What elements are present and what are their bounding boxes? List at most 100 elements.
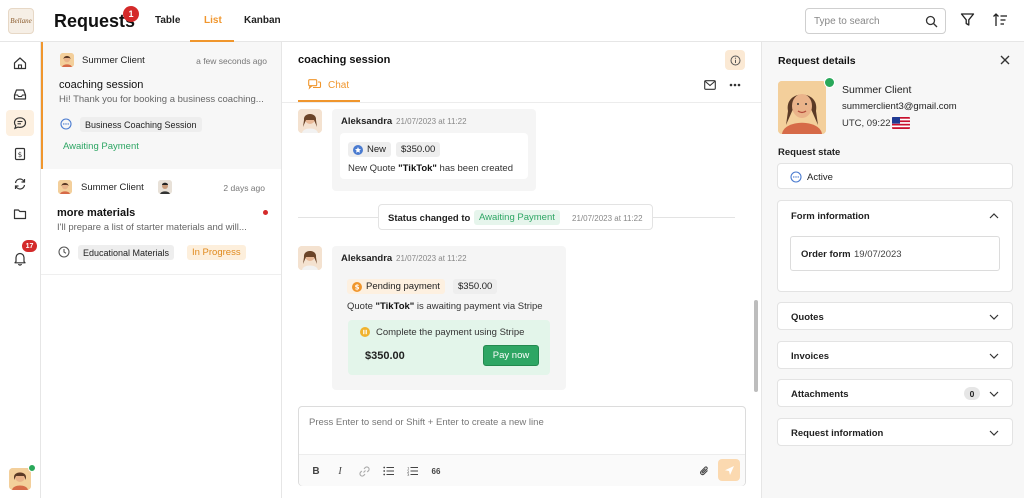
- rail-item-sync[interactable]: [6, 171, 34, 197]
- message-text: Quote "TikTok" is awaiting payment via S…: [347, 301, 543, 312]
- card-title: more materials: [57, 207, 136, 219]
- request-state-select[interactable]: Active: [777, 163, 1013, 189]
- request-information-section[interactable]: Request information: [777, 418, 1013, 446]
- rail-item-invoices[interactable]: $: [6, 141, 34, 167]
- filter-icon[interactable]: [960, 12, 975, 27]
- search-box: [805, 8, 946, 34]
- link-button[interactable]: [357, 464, 371, 478]
- chevron-down-icon: [989, 430, 999, 437]
- form-information-title[interactable]: Form information: [791, 211, 870, 222]
- card-service-tag: Business Coaching Session: [80, 117, 202, 132]
- chat-panel: coaching session Chat Aleksandra 21/07/2…: [282, 42, 762, 498]
- quote-amount: $350.00: [453, 279, 498, 294]
- star-icon: [353, 144, 363, 155]
- sort-icon[interactable]: [992, 12, 1008, 28]
- message-composer: B I 123 66: [298, 406, 746, 486]
- message-time: 21/07/2023 at 11:22: [396, 254, 467, 263]
- card-service-tag: Educational Materials: [78, 245, 175, 260]
- online-status-dot: [28, 464, 36, 472]
- pending-payment-badge: $ Pending payment: [347, 279, 445, 294]
- tab-table[interactable]: Table: [155, 15, 180, 26]
- request-card-coaching-session[interactable]: Summer Client a few seconds ago coaching…: [41, 42, 281, 169]
- invoices-title: Invoices: [791, 351, 830, 362]
- card-status: In Progress: [187, 245, 246, 260]
- attach-button[interactable]: [697, 464, 711, 478]
- folder-icon: [13, 207, 27, 221]
- home-icon: [13, 56, 27, 70]
- brand-logo[interactable]: Bellane: [8, 8, 34, 34]
- quotes-section[interactable]: Quotes: [777, 302, 1013, 330]
- attachments-title: Attachments: [791, 389, 849, 400]
- chevron-down-icon: [989, 314, 999, 321]
- form-information-section: Form information Order form 19/07/2023: [777, 200, 1013, 292]
- link-icon: [358, 465, 370, 477]
- us-flag-icon: [892, 117, 910, 129]
- status-change-label: Status changed to: [388, 213, 471, 224]
- close-details-button[interactable]: [998, 53, 1012, 67]
- tab-kanban[interactable]: Kanban: [244, 15, 281, 26]
- user-avatar[interactable]: [9, 468, 31, 490]
- request-information-title: Request information: [791, 428, 884, 439]
- chat-scrollbar[interactable]: [754, 300, 758, 392]
- request-state-value: Active: [807, 172, 833, 183]
- message-input[interactable]: [309, 417, 729, 447]
- email-icon[interactable]: [704, 80, 716, 90]
- rail-item-chat[interactable]: [6, 110, 34, 136]
- status-change-value: Awaiting Payment: [474, 210, 560, 225]
- attachments-section[interactable]: Attachments 0: [777, 379, 1013, 407]
- card-timestamp: a few seconds ago: [196, 56, 267, 66]
- nav-rail: $ 17: [0, 42, 41, 498]
- card-client-name: Summer Client: [82, 55, 145, 66]
- quote-amount: $350.00: [396, 142, 441, 157]
- card-title: coaching session: [59, 79, 144, 91]
- payment-amount: $350.00: [365, 350, 405, 362]
- bold-button[interactable]: B: [309, 464, 323, 478]
- numbered-list-icon: 123: [407, 466, 418, 476]
- numbered-list-button[interactable]: 123: [405, 464, 419, 478]
- rail-item-home[interactable]: [6, 50, 34, 76]
- search-icon[interactable]: [925, 15, 938, 28]
- tab-list[interactable]: List: [204, 15, 222, 26]
- tab-chat[interactable]: Chat: [308, 79, 349, 91]
- clock-icon: [58, 246, 70, 258]
- chat-icon: [13, 116, 27, 130]
- separator-line-right: [653, 217, 735, 218]
- rail-item-files[interactable]: [6, 201, 34, 227]
- card-preview: Hi! Thank you for booking a business coa…: [59, 94, 264, 105]
- details-title: Request details: [778, 55, 856, 67]
- chevron-up-icon[interactable]: [989, 212, 999, 219]
- attachments-count: 0: [964, 387, 980, 400]
- rail-item-inbox[interactable]: [6, 81, 34, 107]
- chat-header-divider: [282, 102, 761, 103]
- close-icon: [1000, 55, 1010, 65]
- payment-prompt: Complete the payment using Stripe: [376, 327, 525, 338]
- bullet-list-button[interactable]: [381, 464, 395, 478]
- quote-button[interactable]: 66: [429, 464, 443, 478]
- request-card-more-materials[interactable]: Summer Client 2 days ago more materials …: [41, 170, 281, 275]
- send-icon: [724, 465, 735, 476]
- invoice-icon: $: [13, 147, 27, 161]
- pause-icon: [360, 327, 370, 337]
- invoices-section[interactable]: Invoices: [777, 341, 1013, 369]
- order-form-entry[interactable]: Order form 19/07/2023: [790, 236, 1000, 271]
- info-button[interactable]: [725, 50, 745, 70]
- message-time: 21/07/2023 at 11:22: [396, 117, 467, 126]
- pay-now-button[interactable]: Pay now: [483, 345, 539, 366]
- request-details-panel: Request details Summer Client summerclie…: [762, 42, 1024, 498]
- bullet-list-icon: [382, 466, 394, 476]
- message-bubble: Aleksandra 21/07/2023 at 11:22 New $350.…: [332, 109, 536, 191]
- inbox-icon: [13, 87, 27, 101]
- chat-tab-label: Chat: [328, 79, 350, 91]
- italic-button[interactable]: I: [333, 464, 347, 478]
- search-input[interactable]: [814, 14, 924, 28]
- request-state-label: Request state: [778, 147, 841, 158]
- new-badge: New: [348, 142, 392, 157]
- client-email[interactable]: summerclient3@gmail.com: [842, 101, 957, 112]
- message-text: New Quote "TikTok" has been created: [348, 163, 513, 174]
- svg-text:$: $: [18, 151, 22, 159]
- client-avatar: [60, 53, 74, 67]
- send-button[interactable]: [718, 459, 740, 481]
- client-online-dot: [824, 77, 835, 88]
- sender-avatar: [298, 109, 322, 133]
- more-options-icon[interactable]: [729, 83, 741, 87]
